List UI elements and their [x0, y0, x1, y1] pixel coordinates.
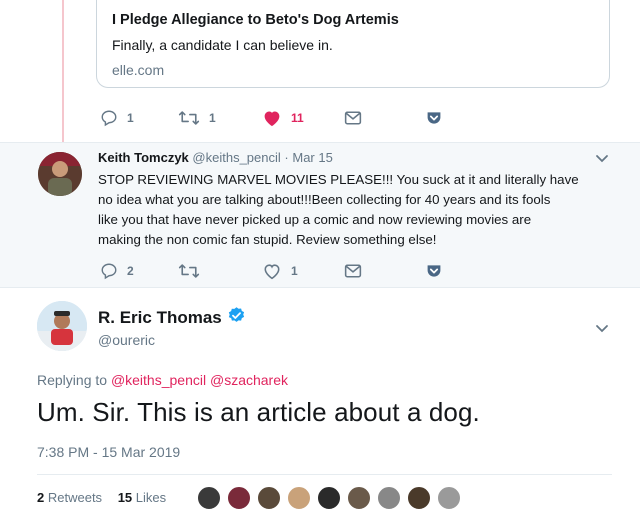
reply-button[interactable]: 2	[100, 260, 134, 282]
save-to-pocket-button[interactable]	[426, 107, 442, 129]
reply-author-name[interactable]: Keith Tomczyk	[98, 150, 189, 165]
retweets-count: 2	[37, 490, 45, 505]
retweets-stat[interactable]: 2 Retweets	[37, 490, 106, 505]
replying-prefix: Replying to	[37, 372, 108, 388]
envelope-icon	[344, 110, 362, 126]
liker-avatar[interactable]	[347, 486, 371, 510]
reply-more-chevron-icon[interactable]	[595, 151, 609, 169]
main-author-name[interactable]: R. Eric Thomas	[98, 306, 246, 330]
tweet-timestamp[interactable]: 7:38 PM - 15 Mar 2019	[37, 444, 180, 460]
liker-avatar[interactable]	[287, 486, 311, 510]
link-card-domain: elle.com	[112, 62, 165, 78]
main-author-name-text[interactable]: R. Eric Thomas	[98, 308, 222, 328]
main-more-chevron-icon[interactable]	[595, 321, 609, 339]
liker-avatar[interactable]	[437, 486, 461, 510]
likes-label: Likes	[135, 490, 167, 505]
separator-dot: ·	[284, 150, 289, 165]
reply-text-line: no idea what you are talking about!!!Bee…	[98, 192, 551, 207]
like-count: 1	[291, 264, 298, 278]
retweet-icon	[178, 109, 200, 127]
retweet-count: 1	[209, 111, 216, 125]
envelope-icon	[344, 263, 362, 279]
replying-user-link[interactable]: @szacharek	[210, 372, 288, 388]
reply-count: 2	[127, 264, 134, 278]
like-button[interactable]: 1	[262, 260, 298, 282]
reply-text-line: like you that have never picked up a com…	[98, 212, 532, 227]
tweet-actions: 1 1 11	[98, 107, 458, 129]
replying-to: Replying to @keiths_pencil @szacharek	[37, 372, 288, 388]
liker-avatar[interactable]	[257, 486, 281, 510]
pocket-icon	[426, 110, 442, 126]
reply-count: 1	[127, 111, 134, 125]
reply-icon	[100, 109, 118, 127]
heart-outline-icon	[262, 262, 282, 280]
likes-stat[interactable]: 15 Likes	[118, 490, 166, 505]
save-to-pocket-button[interactable]	[426, 260, 442, 282]
eric-avatar[interactable]	[37, 301, 87, 351]
retweet-icon	[178, 262, 200, 280]
reply-tweet-actions: 2 1	[98, 260, 458, 282]
link-card[interactable]: I Pledge Allegiance to Beto's Dog Artemi…	[96, 0, 610, 88]
reply-author-handle[interactable]: @keiths_pencil	[192, 150, 280, 165]
tweet-stats: 2 Retweets 15 Likes	[37, 490, 178, 505]
retweets-label: Retweets	[47, 490, 103, 505]
liker-avatar[interactable]	[227, 486, 251, 510]
reply-tweet-text: STOP REVIEWING MARVEL MOVIES PLEASE!!! Y…	[98, 170, 613, 250]
reply-text-line: STOP REVIEWING MARVEL MOVIES PLEASE!!! Y…	[98, 172, 579, 187]
main-tweet-text: Um. Sir. This is an article about a dog.	[37, 397, 480, 427]
reply-button[interactable]: 1	[100, 107, 134, 129]
message-button[interactable]	[344, 260, 362, 282]
reply-text-line: making the non comic fan stupid. Review …	[98, 232, 437, 247]
likes-count: 15	[117, 490, 133, 505]
retweet-button[interactable]	[178, 260, 200, 282]
liker-avatar[interactable]	[407, 486, 431, 510]
pocket-icon	[426, 263, 442, 279]
link-card-description: Finally, a candidate I can believe in.	[112, 37, 333, 53]
like-count: 11	[291, 111, 304, 125]
message-button[interactable]	[344, 107, 362, 129]
like-button[interactable]: 11	[262, 107, 304, 129]
reply-date[interactable]: Mar 15	[292, 150, 332, 165]
reply-header: Keith Tomczyk @keiths_pencil · Mar 15	[98, 150, 333, 165]
main-author-handle[interactable]: @oureric	[98, 332, 155, 348]
link-card-title[interactable]: I Pledge Allegiance to Beto's Dog Artemi…	[112, 12, 399, 28]
divider	[37, 474, 612, 475]
liker-avatar[interactable]	[317, 486, 341, 510]
liker-avatar[interactable]	[197, 486, 221, 510]
liker-avatar[interactable]	[377, 486, 401, 510]
heart-filled-icon	[262, 109, 282, 127]
reply-icon	[100, 262, 118, 280]
keith-avatar[interactable]	[38, 152, 82, 196]
replying-user-link[interactable]: @keiths_pencil	[111, 372, 206, 388]
retweet-button[interactable]: 1	[178, 107, 216, 129]
thread-line	[62, 0, 64, 142]
verified-badge-icon	[222, 306, 246, 330]
